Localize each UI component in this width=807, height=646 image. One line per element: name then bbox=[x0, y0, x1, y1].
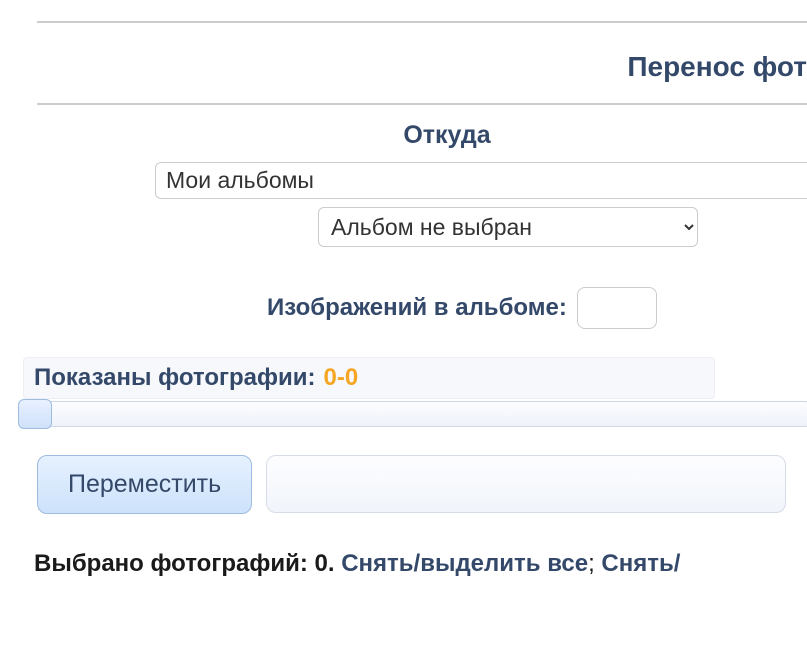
album-select[interactable]: Альбом не выбран bbox=[318, 207, 698, 247]
select-all-link[interactable]: Снять/выделить все bbox=[341, 550, 588, 577]
select-trail-link[interactable]: Снять/ bbox=[601, 550, 680, 577]
shown-row: Показаны фотографии: 0-0 bbox=[23, 357, 715, 399]
photo-range-slider[interactable] bbox=[19, 401, 807, 427]
shown-value: 0-0 bbox=[324, 364, 359, 392]
page-title: Перенос фот bbox=[37, 23, 807, 103]
divider-mid bbox=[37, 103, 807, 105]
slider-thumb[interactable] bbox=[18, 399, 52, 429]
albums-input[interactable] bbox=[155, 162, 807, 199]
images-count-label: Изображений в альбоме: bbox=[267, 294, 567, 322]
shown-label: Показаны фотографии: bbox=[34, 364, 316, 392]
selected-label: Выбрано фотографий: bbox=[34, 550, 315, 577]
images-count-value bbox=[577, 287, 657, 329]
selected-summary: Выбрано фотографий: 0. Снять/выделить вс… bbox=[34, 550, 807, 578]
selected-count: 0. bbox=[315, 550, 335, 577]
from-label: Откуда bbox=[37, 121, 807, 150]
slider-track[interactable] bbox=[19, 401, 807, 427]
separator: ; bbox=[588, 550, 601, 577]
move-button[interactable]: Переместить bbox=[37, 455, 252, 514]
secondary-button[interactable] bbox=[266, 455, 786, 513]
